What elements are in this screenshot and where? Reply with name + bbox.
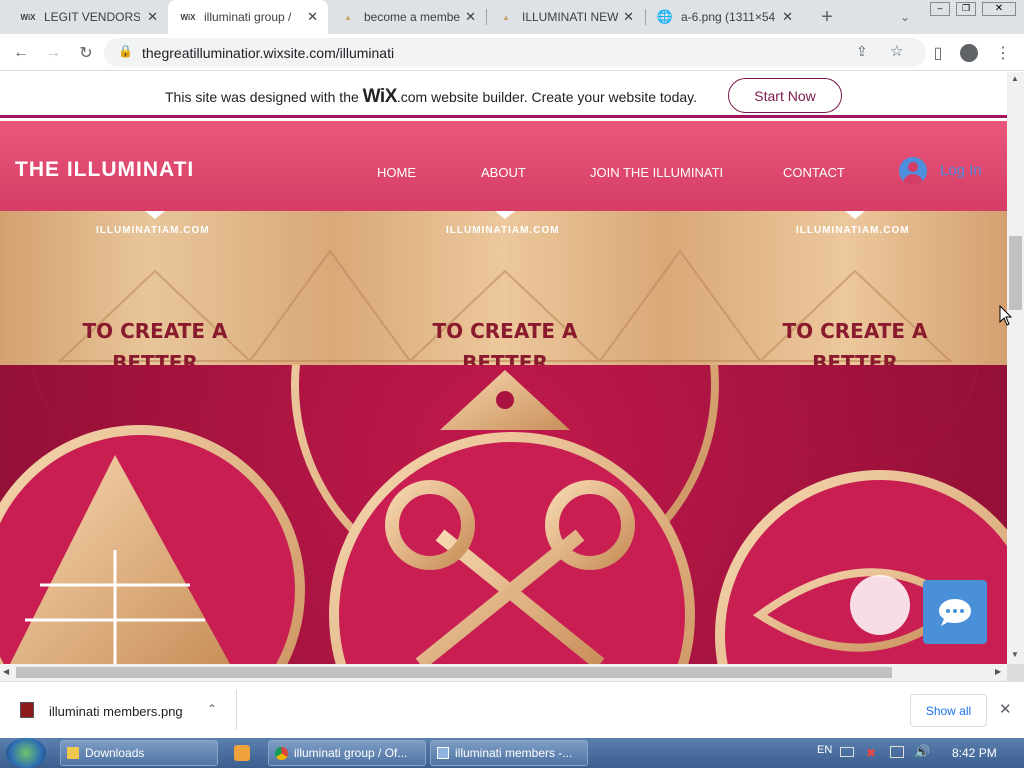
restore-icon[interactable]: ❐ (956, 2, 976, 16)
login-link[interactable]: Log In (940, 162, 982, 179)
scroll-down-arrow-icon[interactable]: ▼ (1011, 650, 1019, 659)
tab-image-png[interactable]: 🌐 a-6.png (1311×54 ✕ (645, 0, 803, 34)
browser-toolbar: ← → ↻ 🔒 thegreatilluminatior.wixsite.com… (0, 34, 1024, 71)
address-bar[interactable]: 🔒 thegreatilluminatior.wixsite.com/illum… (104, 38, 926, 67)
new-tab-plus-icon[interactable]: + (816, 6, 838, 28)
minimize-icon[interactable]: – (930, 2, 950, 16)
wix-text-suffix: .com website builder. Create your websit… (396, 89, 697, 105)
chat-bubble-icon (939, 599, 971, 626)
close-window-icon[interactable]: ✕ (982, 2, 1016, 16)
close-tab-icon[interactable]: ✕ (465, 9, 476, 25)
chevron-up-icon[interactable]: ⌃ (207, 702, 217, 716)
image-file-icon (20, 702, 34, 718)
nav-home[interactable]: HOME (377, 165, 416, 180)
taskbar-item-label: illuminati members -... (455, 746, 573, 760)
close-download-bar-icon[interactable]: ✕ (999, 700, 1012, 718)
close-tab-icon[interactable]: ✕ (782, 9, 793, 25)
menu-dots-icon[interactable]: ⋮ (992, 42, 1014, 64)
wix-banner: This site was designed with the WiX.com … (0, 72, 1007, 118)
share-icon[interactable]: ⇪ (856, 43, 868, 60)
download-filename: illuminati members.png (49, 704, 183, 719)
tile-caption-3: ILLUMINATIAM.COM (796, 225, 910, 236)
tile-caption-2: ILLUMINATIAM.COM (446, 225, 560, 236)
scrollbar-corner (1007, 664, 1024, 681)
hero-image: ILLUMINATIAM.COM ILLUMINATIAM.COM ILLUMI… (0, 211, 1007, 664)
tile-caption-1: ILLUMINATIAM.COM (96, 225, 210, 236)
network-icon[interactable] (890, 746, 904, 758)
vertical-scrollbar[interactable]: ▲ ▼ (1007, 72, 1024, 664)
tab-strip: WiX LEGIT VENDORS | ✕ WiX illuminati gro… (0, 0, 1024, 34)
taskbar-chrome[interactable]: illuminati group / Of... (268, 740, 426, 766)
side-panel-icon[interactable]: ▯ (927, 42, 949, 64)
tab-illuminati-new[interactable]: ▲ ILLUMINATI NEW ✕ (486, 0, 644, 34)
download-item[interactable]: illuminati members.png ⌃ (10, 690, 225, 730)
keyboard-icon[interactable] (840, 747, 854, 757)
scroll-right-arrow-icon[interactable]: ▶ (995, 667, 1001, 676)
hero-emblems (0, 365, 1007, 664)
start-button-icon[interactable] (6, 738, 46, 768)
tab-illuminati-group[interactable]: WiX illuminati group / ✕ (168, 0, 328, 34)
show-all-button[interactable]: Show all (910, 694, 987, 727)
site-title[interactable]: THE ILLUMINATI (15, 158, 194, 182)
close-tab-icon[interactable]: ✕ (147, 9, 158, 25)
download-divider (236, 690, 237, 730)
nav-about[interactable]: ABOUT (481, 165, 526, 180)
profile-avatar-icon[interactable] (958, 42, 980, 64)
emblems-illustration-icon (0, 365, 1007, 664)
nav-join[interactable]: JOIN THE ILLUMINATI (590, 165, 723, 180)
window-controls: – ❐ ✕ (930, 2, 1018, 18)
chat-button[interactable] (923, 580, 987, 644)
folder-icon (67, 747, 79, 759)
lock-icon[interactable]: 🔒 (118, 44, 133, 58)
mouse-cursor-icon (999, 305, 1013, 326)
image-viewer-icon (437, 747, 449, 759)
url-text: thegreatilluminatior.wixsite.com/illumin… (142, 45, 395, 61)
globe-favicon-icon: 🌐 (656, 9, 674, 24)
wix-favicon-icon: WiX (20, 12, 36, 22)
pyramid-favicon-icon: ▲ (344, 12, 352, 22)
taskbar-image-viewer[interactable]: illuminati members -... (430, 740, 588, 766)
vertical-scroll-thumb[interactable] (1009, 236, 1022, 310)
tab-title: illuminati group / (204, 10, 292, 24)
windows-taskbar: Downloads illuminati group / Of... illum… (0, 738, 1024, 768)
tab-become-member[interactable]: ▲ become a membe ✕ (328, 0, 486, 34)
user-avatar-icon[interactable] (899, 157, 927, 185)
tab-title: become a membe (364, 10, 460, 24)
nav-contact[interactable]: CONTACT (783, 165, 845, 180)
wix-favicon-icon: WiX (180, 12, 196, 22)
scroll-up-arrow-icon[interactable]: ▲ (1011, 74, 1019, 83)
media-player-icon[interactable] (234, 745, 250, 761)
hero-banner-tiles: ILLUMINATIAM.COM ILLUMINATIAM.COM ILLUMI… (0, 211, 1007, 407)
wix-text-prefix: This site was designed with the (165, 89, 363, 105)
chrome-icon (275, 746, 288, 760)
horizontal-scrollbar[interactable]: ◀ ▶ (0, 664, 1007, 681)
clock[interactable]: 8:42 PM (952, 746, 997, 760)
taskbar-item-label: Downloads (85, 746, 145, 760)
taskbar-item-label: illuminati group / Of... (294, 746, 408, 760)
reload-icon[interactable]: ↻ (75, 42, 97, 64)
close-tab-icon[interactable]: ✕ (623, 9, 634, 25)
site-header: THE ILLUMINATI HOME ABOUT JOIN THE ILLUM… (0, 121, 1007, 211)
volume-icon[interactable]: 🔊 (914, 744, 930, 760)
scroll-left-arrow-icon[interactable]: ◀ (3, 667, 9, 676)
taskbar-downloads[interactable]: Downloads (60, 740, 218, 766)
tab-title: LEGIT VENDORS | (44, 10, 140, 24)
pyramid-favicon-icon: ▲ (502, 12, 510, 22)
start-now-button[interactable]: Start Now (728, 78, 842, 113)
bookmark-star-icon[interactable]: ☆ (890, 42, 903, 60)
wix-logo: WiX (362, 86, 398, 107)
back-arrow-icon[interactable]: ← (10, 42, 32, 64)
language-indicator[interactable]: EN (817, 744, 832, 756)
tab-title: ILLUMINATI NEW (522, 10, 618, 24)
horizontal-scroll-thumb[interactable] (16, 667, 892, 678)
action-center-icon[interactable]: ✖ (866, 746, 876, 760)
close-tab-icon[interactable]: ✕ (307, 9, 318, 25)
forward-arrow-icon[interactable]: → (42, 42, 64, 64)
tab-legit-vendors[interactable]: WiX LEGIT VENDORS | ✕ (8, 0, 168, 34)
tab-title: a-6.png (1311×54 (681, 10, 776, 24)
wix-banner-text: This site was designed with the WiX.com … (165, 86, 697, 108)
download-bar: illuminati members.png ⌃ Show all ✕ (0, 681, 1024, 738)
tab-search-chevron-icon[interactable]: ⌄ (894, 6, 916, 28)
